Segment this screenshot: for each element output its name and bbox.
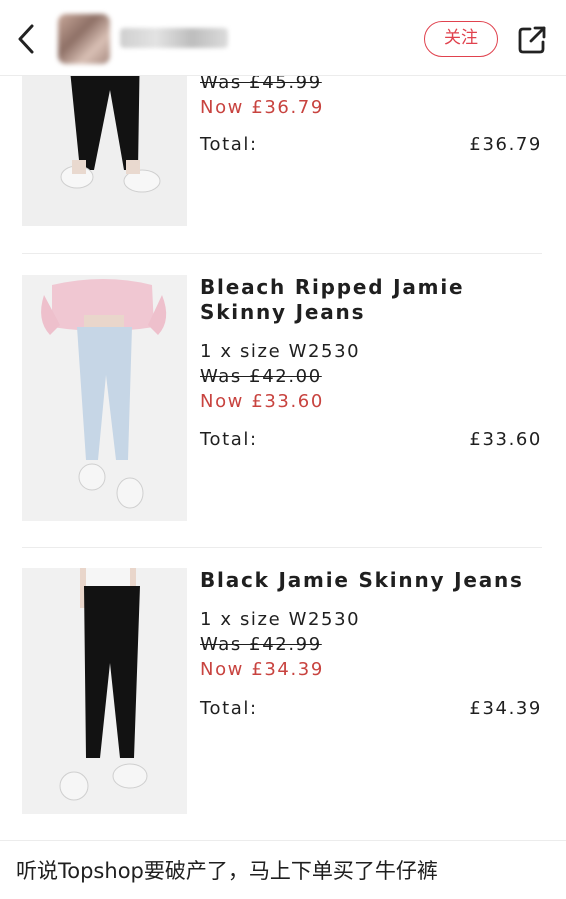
total-label: Total: bbox=[200, 429, 258, 450]
total-value: £33.60 bbox=[469, 429, 542, 450]
total-value: £36.79 bbox=[469, 134, 542, 155]
top-bar: 关注 bbox=[0, 0, 566, 76]
now-price: Now £33.60 bbox=[200, 391, 324, 412]
share-external-icon[interactable] bbox=[516, 24, 548, 56]
was-price: Was £42.00 bbox=[200, 366, 322, 387]
product-info: Was £45.99 Now £36.79 Total: £36.79 bbox=[200, 70, 542, 155]
username-blurred[interactable] bbox=[120, 28, 228, 48]
post-caption: 听说Topshop要破产了，马上下单买了牛仔裤 bbox=[16, 859, 438, 883]
product-info: Black Jamie Skinny Jeans 1 x size W2530 … bbox=[200, 568, 542, 719]
quantity-size: 1 x size W2530 bbox=[200, 341, 361, 362]
product-name[interactable]: Bleach Ripped Jamie Skinny Jeans bbox=[200, 275, 542, 325]
total-value: £34.39 bbox=[469, 698, 542, 719]
product-name[interactable]: Black Jamie Skinny Jeans bbox=[200, 568, 542, 593]
total-label: Total: bbox=[200, 134, 258, 155]
divider bbox=[22, 547, 542, 548]
chevron-left-icon[interactable] bbox=[14, 22, 40, 56]
now-price: Now £36.79 bbox=[200, 97, 324, 118]
follow-button[interactable]: 关注 bbox=[424, 21, 498, 57]
quantity-size: 1 x size W2530 bbox=[200, 609, 361, 630]
was-price: Was £42.99 bbox=[200, 634, 322, 655]
avatar[interactable] bbox=[58, 14, 110, 64]
now-price: Now £34.39 bbox=[200, 659, 324, 680]
product-info: Bleach Ripped Jamie Skinny Jeans 1 x siz… bbox=[200, 275, 542, 450]
product-image[interactable] bbox=[22, 568, 187, 814]
total-label: Total: bbox=[200, 698, 258, 719]
product-image[interactable] bbox=[22, 275, 187, 521]
divider bbox=[0, 840, 566, 841]
divider bbox=[22, 253, 542, 254]
